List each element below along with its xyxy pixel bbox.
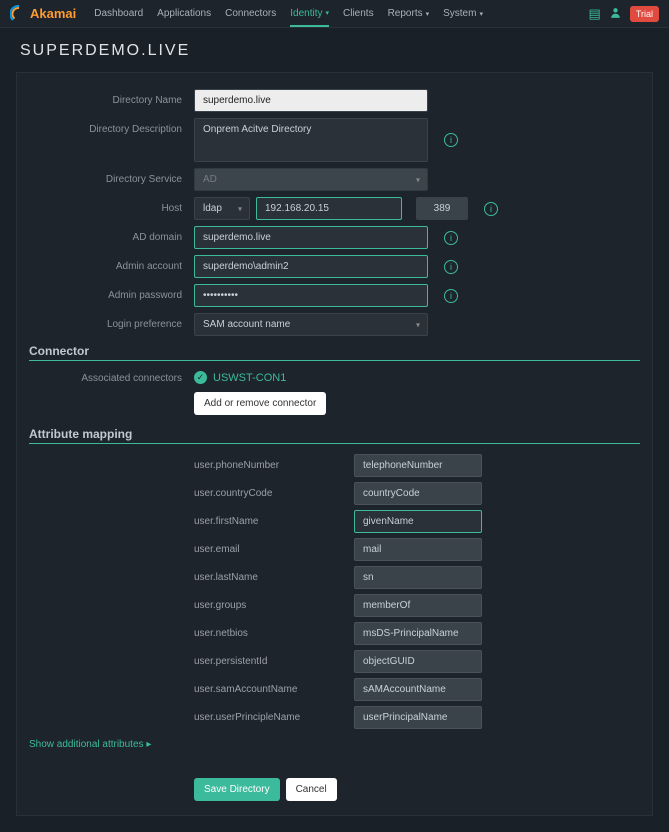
attribute-row: user.userPrincipleName	[29, 706, 640, 729]
user-attribute-label: user.persistentId	[194, 656, 354, 667]
user-attribute-label: user.netbios	[194, 628, 354, 639]
attribute-value-input[interactable]	[354, 650, 482, 673]
label-directory-service: Directory Service	[29, 168, 194, 185]
attribute-row: user.groups	[29, 594, 640, 617]
attribute-row: user.lastName	[29, 566, 640, 589]
user-attribute-label: user.lastName	[194, 572, 354, 583]
show-additional-attributes-link[interactable]: Show additional attributes ▸	[29, 739, 640, 750]
attribute-value-input[interactable]	[354, 622, 482, 645]
attribute-value-input[interactable]	[354, 510, 482, 533]
section-attribute-mapping-title: Attribute mapping	[29, 427, 640, 441]
attribute-value-input[interactable]	[354, 594, 482, 617]
info-icon[interactable]: i	[444, 260, 458, 274]
label-directory-description: Directory Description	[29, 118, 194, 135]
chevron-down-icon: ▾	[426, 10, 430, 18]
attribute-rows: user.phoneNumber user.countryCode user.fir…	[29, 454, 640, 729]
attribute-value-input[interactable]	[354, 678, 482, 701]
nav-system[interactable]: System▾	[443, 8, 483, 20]
attribute-value-input[interactable]	[354, 454, 482, 477]
admin-account-input[interactable]	[194, 255, 428, 278]
user-attribute-label: user.email	[194, 544, 354, 555]
label-ad-domain: AD domain	[29, 226, 194, 243]
user-attribute-label: user.userPrincipleName	[194, 712, 354, 723]
chevron-right-icon: ▸	[146, 739, 151, 750]
check-circle-icon: ✓	[194, 371, 207, 384]
brand-text: Akamai	[30, 6, 76, 21]
user-icon[interactable]	[609, 6, 622, 22]
nav-right: ▤ Trial	[589, 6, 659, 22]
directory-name-input[interactable]	[194, 89, 428, 112]
chevron-down-icon: ▾	[479, 10, 483, 18]
akamai-swoosh-icon	[10, 5, 28, 23]
page: SUPERDEMO.LIVE Directory Name Directory …	[0, 28, 669, 832]
attribute-value-input[interactable]	[354, 566, 482, 589]
section-connector-title: Connector	[29, 344, 640, 358]
directory-panel: Directory Name Directory Description Onp…	[16, 72, 653, 816]
nav-clients[interactable]: Clients	[343, 8, 374, 20]
divider	[29, 360, 640, 361]
info-icon[interactable]: i	[444, 231, 458, 245]
user-attribute-label: user.countryCode	[194, 488, 354, 499]
user-attribute-label: user.firstName	[194, 516, 354, 527]
label-directory-name: Directory Name	[29, 89, 194, 106]
top-nav: Akamai Dashboard Applications Connectors…	[0, 0, 669, 28]
attribute-row: user.netbios	[29, 622, 640, 645]
nav-applications[interactable]: Applications	[157, 8, 211, 20]
connector-name: ✓ USWST-CON1	[194, 371, 326, 384]
brand-logo: Akamai	[10, 5, 76, 23]
add-remove-connector-button[interactable]: Add or remove connector	[194, 392, 326, 415]
nav-reports[interactable]: Reports▾	[388, 8, 430, 20]
attribute-row: user.samAccountName	[29, 678, 640, 701]
info-icon[interactable]: i	[484, 202, 498, 216]
attribute-value-input[interactable]	[354, 482, 482, 505]
directory-service-select: AD	[194, 168, 428, 191]
page-title: SUPERDEMO.LIVE	[20, 42, 653, 60]
save-directory-button[interactable]: Save Directory	[194, 778, 280, 801]
attribute-row: user.countryCode	[29, 482, 640, 505]
chevron-down-icon: ▾	[325, 9, 329, 17]
label-admin-password: Admin password	[29, 284, 194, 301]
attribute-value-input[interactable]	[354, 706, 482, 729]
label-host: Host	[29, 197, 194, 214]
attribute-row: user.phoneNumber	[29, 454, 640, 477]
label-associated-connectors: Associated connectors	[29, 371, 194, 384]
nav-dashboard[interactable]: Dashboard	[94, 8, 143, 20]
attribute-row: user.persistentId	[29, 650, 640, 673]
label-login-preference: Login preference	[29, 313, 194, 330]
divider	[29, 443, 640, 444]
host-protocol-select[interactable]: ldap	[194, 197, 250, 220]
label-admin-account: Admin account	[29, 255, 194, 272]
directory-description-input[interactable]: Onprem Acitve Directory	[194, 118, 428, 162]
info-icon[interactable]: i	[444, 289, 458, 303]
user-attribute-label: user.phoneNumber	[194, 460, 354, 471]
login-preference-select[interactable]: SAM account name	[194, 313, 428, 336]
ad-domain-input[interactable]	[194, 226, 428, 249]
host-port-input[interactable]	[416, 197, 468, 220]
nav-items: Dashboard Applications Connectors Identi…	[94, 8, 588, 20]
attribute-value-input[interactable]	[354, 538, 482, 561]
nav-identity[interactable]: Identity▾	[290, 8, 329, 27]
user-attribute-label: user.groups	[194, 600, 354, 611]
admin-password-input[interactable]	[194, 284, 428, 307]
attribute-row: user.firstName	[29, 510, 640, 533]
host-ip-input[interactable]	[256, 197, 402, 220]
trial-badge: Trial	[630, 6, 659, 22]
nav-connectors[interactable]: Connectors	[225, 8, 276, 20]
user-attribute-label: user.samAccountName	[194, 684, 354, 695]
cancel-button[interactable]: Cancel	[286, 778, 337, 801]
calendar-icon[interactable]: ▤	[589, 6, 601, 22]
info-icon[interactable]: i	[444, 133, 458, 147]
attribute-row: user.email	[29, 538, 640, 561]
